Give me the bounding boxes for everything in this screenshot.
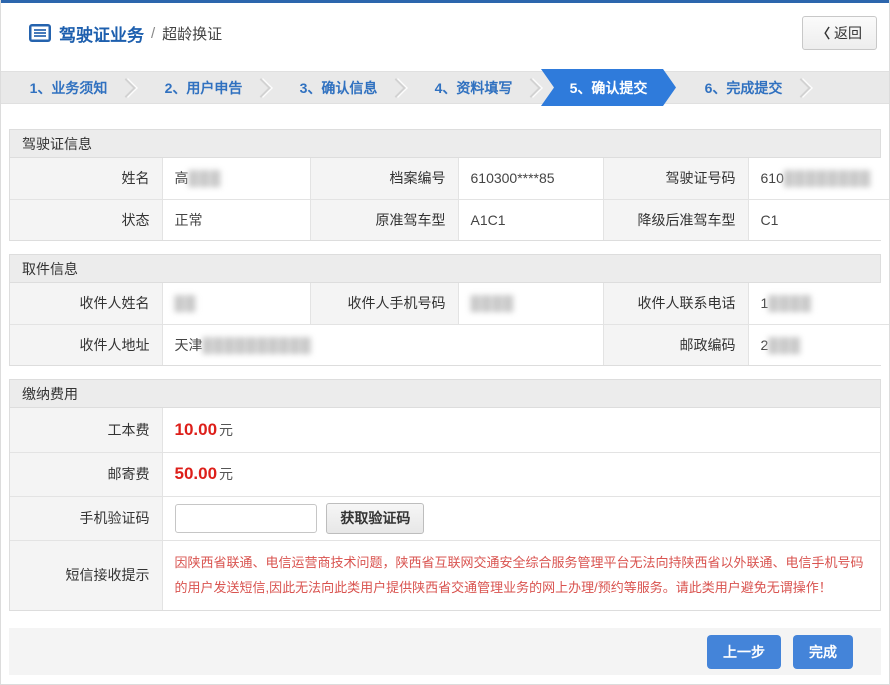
page: 驾驶证业务 / 超龄换证 〈 返回 1、业务须知 2、用户申告 3、确认信息 4… [0,0,890,685]
downgraded-class-value: C1 [748,199,890,240]
recipient-name-value: ██ [162,283,310,324]
license-section-title: 驾驶证信息 [10,130,880,158]
header: 驾驶证业务 / 超龄换证 〈 返回 [1,3,889,62]
sms-code-cell: 获取验证码 [162,496,880,540]
postage-fee-label: 邮寄费 [10,452,162,496]
fees-table: 工本费 10.00元 邮寄费 50.00元 手机验证码 获取验证码 短信接收提示 [10,408,880,610]
step-label: 3、确认信息 [300,78,378,98]
table-row: 收件人姓名 ██ 收件人手机号码 ████ 收件人联系电话 1████ [10,283,890,324]
page-title: 驾驶证业务 [59,21,144,46]
file-number-value: 610300****85 [458,158,603,199]
recipient-name-label: 收件人姓名 [10,283,162,324]
pickup-info-section: 取件信息 收件人姓名 ██ 收件人手机号码 ████ 收件人联系电话 1████… [9,254,881,366]
status-label: 状态 [10,199,162,240]
work-fee-unit: 元 [219,422,233,438]
step-progress-bar: 1、业务须知 2、用户申告 3、确认信息 4、资料填写 5、确认提交 6、完成提… [1,71,889,104]
name-value: 高███ [162,158,310,199]
status-value: 正常 [162,199,310,240]
postal-code-value: 2███ [748,324,890,365]
sms-code-input[interactable] [175,504,317,533]
step-2-user-declaration[interactable]: 2、用户申告 [136,72,271,103]
breadcrumb-current: 超龄换证 [162,23,222,44]
name-label: 姓名 [10,158,162,199]
file-number-label: 档案编号 [310,158,458,199]
postage-fee-unit: 元 [219,466,233,482]
step-4-fill-materials[interactable]: 4、资料填写 [406,72,541,103]
sms-notice-cell: 因陕西省联通、电信运营商技术问题，陕西省互联网交通安全综合服务管理平台无法向持陕… [162,540,880,610]
table-row: 手机验证码 获取验证码 [10,496,880,540]
redacted-text: ████ [768,295,812,311]
table-row: 收件人地址 天津██████████ 邮政编码 2███ [10,324,890,365]
work-fee-amount: 10.00 [175,420,218,439]
recipient-mobile-value: ████ [458,283,603,324]
redacted-text: ███ [189,170,222,186]
license-card-icon [29,24,51,42]
redacted-text: ██████████ [203,337,312,353]
license-info-table: 姓名 高███ 档案编号 610300****85 驾驶证号码 610█████… [10,158,890,240]
redacted-text: ████ [471,295,515,311]
step-6-complete-submit[interactable]: 6、完成提交 [676,72,811,103]
footer-action-bar: 上一步 完成 [9,628,881,675]
sms-notice-label: 短信接收提示 [10,540,162,610]
step-5-confirm-submit-active[interactable]: 5、确认提交 [541,69,676,106]
original-class-value: A1C1 [458,199,603,240]
pickup-info-table: 收件人姓名 ██ 收件人手机号码 ████ 收件人联系电话 1████ 收件人地… [10,283,890,365]
finish-button[interactable]: 完成 [793,635,853,669]
previous-step-button[interactable]: 上一步 [707,635,781,669]
recipient-mobile-label: 收件人手机号码 [310,283,458,324]
back-arrow-icon: 〈 [817,23,830,42]
pickup-section-title: 取件信息 [10,255,880,283]
step-1-business-notice[interactable]: 1、业务须知 [1,72,136,103]
table-row: 状态 正常 原准驾车型 A1C1 降级后准驾车型 C1 [10,199,890,240]
table-row: 邮寄费 50.00元 [10,452,880,496]
license-info-section: 驾驶证信息 姓名 高███ 档案编号 610300****85 驾驶证号码 61… [9,129,881,241]
fees-section-title: 缴纳费用 [10,380,880,408]
license-number-value: 610████████ [748,158,890,199]
step-label: 6、完成提交 [705,78,783,98]
recipient-address-label: 收件人地址 [10,324,162,365]
redacted-text: ████████ [784,170,871,186]
table-row: 短信接收提示 因陕西省联通、电信运营商技术问题，陕西省互联网交通安全综合服务管理… [10,540,880,610]
back-button-label: 返回 [834,23,862,43]
sms-notice-text: 因陕西省联通、电信运营商技术问题，陕西省互联网交通安全综合服务管理平台无法向持陕… [175,544,869,607]
step-label: 5、确认提交 [570,78,648,98]
work-fee-label: 工本费 [10,408,162,452]
license-number-label: 驾驶证号码 [603,158,748,199]
work-fee-value: 10.00元 [162,408,880,452]
breadcrumb-separator: / [151,25,155,42]
stepbar-filler [811,72,889,103]
postage-fee-value: 50.00元 [162,452,880,496]
table-row: 姓名 高███ 档案编号 610300****85 驾驶证号码 610█████… [10,158,890,199]
back-button[interactable]: 〈 返回 [802,16,877,50]
redacted-text: ███ [768,337,801,353]
downgraded-class-label: 降级后准驾车型 [603,199,748,240]
recipient-tel-value: 1████ [748,283,890,324]
original-class-label: 原准驾车型 [310,199,458,240]
postage-fee-amount: 50.00 [175,464,218,483]
step-label: 1、业务须知 [30,78,108,98]
step-label: 2、用户申告 [165,78,243,98]
sms-code-label: 手机验证码 [10,496,162,540]
step-3-confirm-info[interactable]: 3、确认信息 [271,72,406,103]
breadcrumb: 驾驶证业务 / 超龄换证 [29,21,222,46]
main-content: 驾驶证信息 姓名 高███ 档案编号 610300****85 驾驶证号码 61… [1,104,889,611]
redacted-text: ██ [175,295,197,311]
table-row: 工本费 10.00元 [10,408,880,452]
fees-section: 缴纳费用 工本费 10.00元 邮寄费 50.00元 手机验证码 获取验证码 [9,379,881,611]
postal-code-label: 邮政编码 [603,324,748,365]
recipient-address-value: 天津██████████ [162,324,603,365]
step-label: 4、资料填写 [435,78,513,98]
get-sms-code-button[interactable]: 获取验证码 [326,503,424,534]
recipient-tel-label: 收件人联系电话 [603,283,748,324]
